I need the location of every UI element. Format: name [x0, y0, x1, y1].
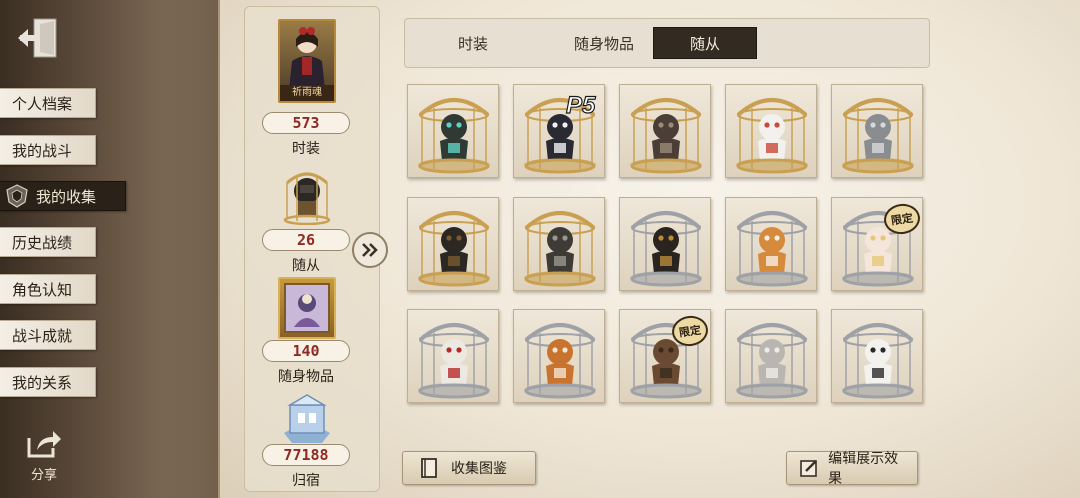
pet-card[interactable]: [407, 197, 499, 291]
double-chevron-right-icon: [362, 243, 378, 257]
red-cape-bear-pet-icon: [418, 323, 490, 399]
left-nav: 个人档案 我的战斗 我的收集 历史战绩 角色认知 战斗成就 我的关系 分享: [0, 0, 222, 498]
shield-badge-icon: [4, 183, 30, 209]
nav-item-battles[interactable]: 我的战斗: [0, 135, 96, 165]
pet-count: 26: [262, 229, 350, 251]
home-count: 77188: [262, 444, 350, 466]
book-icon: [417, 456, 441, 480]
tab-pets[interactable]: 随从: [653, 27, 757, 59]
exit-door-icon: [18, 18, 57, 58]
nav-item-label: 我的收集: [36, 187, 97, 206]
nav-item-label: 角色认知: [12, 280, 73, 299]
edit-pencil-icon: [797, 456, 820, 480]
pet-card[interactable]: [619, 197, 711, 291]
nav-item-collection[interactable]: 我的收集: [0, 181, 126, 211]
share-button[interactable]: 分享: [22, 428, 66, 488]
expand-button[interactable]: [352, 232, 388, 268]
nav-item-character[interactable]: 角色认知: [0, 274, 96, 304]
costume-label: 时装: [292, 141, 320, 157]
pet-card[interactable]: [619, 84, 711, 178]
pet-card[interactable]: [407, 84, 499, 178]
pet-card[interactable]: P5: [513, 84, 605, 178]
pet-card[interactable]: 限定: [831, 197, 923, 291]
category-tabs: 时装 随身物品 随从: [404, 18, 930, 68]
tab-costume[interactable]: 时装: [423, 27, 523, 59]
accessory-card-icon: [284, 283, 330, 333]
nav-item-relations[interactable]: 我的关系: [0, 367, 96, 397]
home-crystal-icon: [284, 394, 330, 443]
tab-accessory[interactable]: 随身物品: [539, 27, 669, 59]
nav-item-label: 历史战绩: [12, 233, 73, 252]
persona5-logo-icon: P5: [562, 89, 604, 119]
accessory-count: 140: [262, 340, 350, 362]
edit-display-label: 编辑展示效果: [828, 451, 899, 487]
share-icon: [27, 431, 61, 458]
pet-label: 随从: [292, 258, 320, 274]
baby-elephant-pet-icon: [736, 323, 808, 399]
white-fox-pet-icon: [736, 98, 808, 174]
pet-cage-icon: [283, 172, 331, 226]
catalog-button[interactable]: 收集图鉴: [402, 451, 536, 485]
pet-card[interactable]: [831, 84, 923, 178]
antlered-figure-pet-icon: [418, 98, 490, 174]
black-bird-pet-icon: [630, 211, 702, 287]
nav-item-history[interactable]: 历史战绩: [0, 227, 96, 257]
hooded-owl-pet-icon: [630, 98, 702, 174]
edit-display-button[interactable]: 编辑展示效果: [786, 451, 918, 487]
pet-card[interactable]: [725, 197, 817, 291]
home-label: 归宿: [292, 473, 320, 489]
fox-cub-pet-icon: [524, 323, 596, 399]
pet-card[interactable]: [725, 309, 817, 403]
costume-count: 573: [262, 112, 350, 134]
costume-portrait[interactable]: 祈雨魂: [278, 19, 336, 103]
white-rabbit-pet-icon: [842, 323, 914, 399]
mirror-egg-pet-icon: [842, 98, 914, 174]
nav-item-label: 我的关系: [12, 373, 73, 392]
home-thumbnail[interactable]: [278, 389, 336, 447]
pet-card[interactable]: [407, 309, 499, 403]
exit-button[interactable]: [14, 14, 64, 62]
robot-cart-pet-icon: [524, 211, 596, 287]
pet-card[interactable]: 限定: [619, 309, 711, 403]
catalog-label: 收集图鉴: [451, 461, 507, 477]
shiba-dog-pet-icon: [736, 211, 808, 287]
pet-thumbnail[interactable]: [278, 163, 336, 226]
nav-item-profile[interactable]: 个人档案: [0, 88, 96, 118]
nav-item-label: 战斗成就: [12, 326, 73, 345]
share-label: 分享: [30, 468, 57, 483]
nav-item-achievements[interactable]: 战斗成就: [0, 320, 96, 350]
nav-item-label: 个人档案: [12, 94, 73, 113]
svg-text:P5: P5: [566, 92, 596, 119]
accessory-label: 随身物品: [278, 369, 334, 385]
masked-doll-pet-icon: [418, 211, 490, 287]
nav-item-label: 我的战斗: [12, 141, 73, 160]
costume-name: 祈雨魂: [280, 85, 334, 101]
pet-card[interactable]: [513, 197, 605, 291]
pet-card[interactable]: [513, 309, 605, 403]
pet-card[interactable]: [831, 309, 923, 403]
accessory-thumbnail[interactable]: [278, 277, 336, 339]
pet-card[interactable]: [725, 84, 817, 178]
